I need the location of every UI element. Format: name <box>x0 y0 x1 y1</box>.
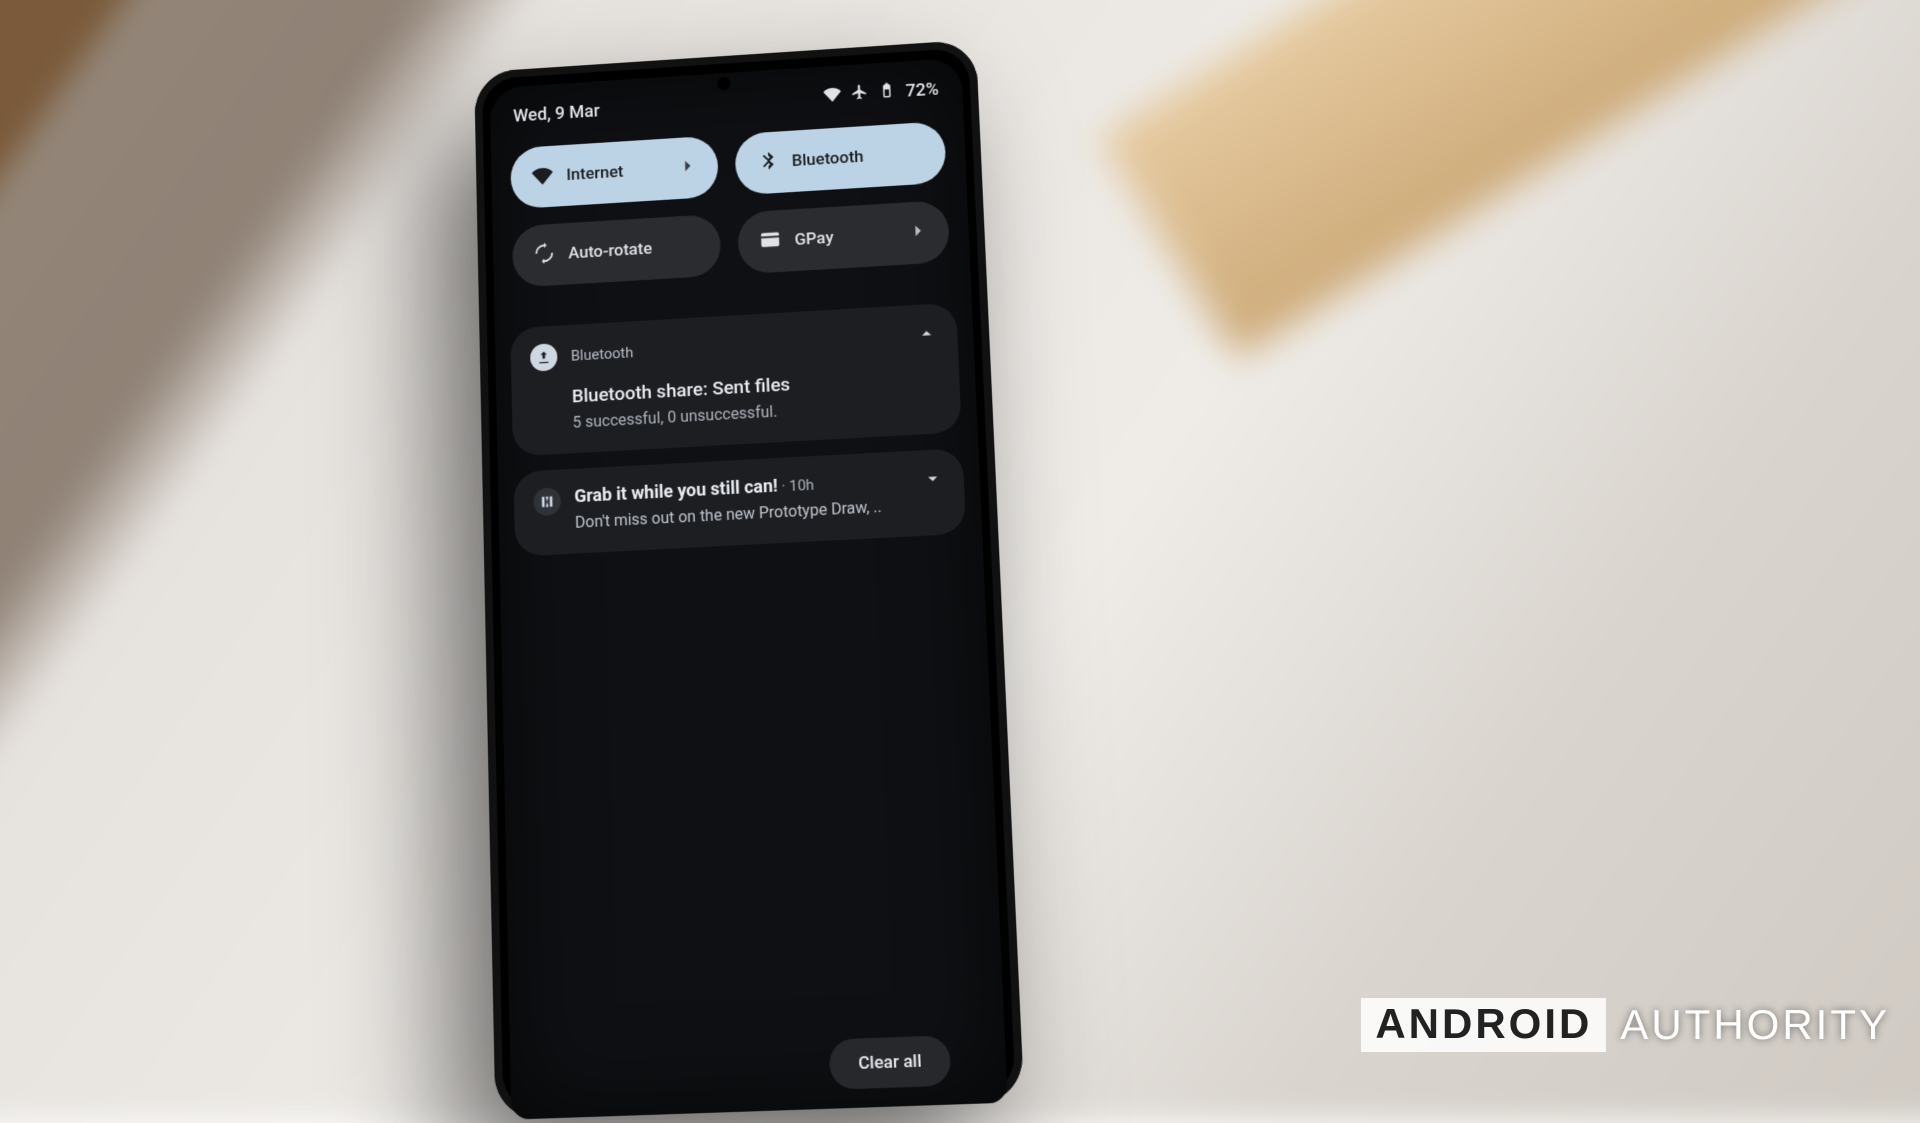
watermark-authority: AUTHORITY <box>1606 1001 1890 1049</box>
airplane-icon <box>851 83 869 106</box>
card-icon <box>759 228 781 255</box>
chevron-right-icon <box>677 154 699 181</box>
tile-label: GPay <box>794 228 834 250</box>
chevron-right-icon <box>907 219 930 246</box>
watermark-android: ANDROID <box>1361 998 1606 1052</box>
bluetooth-icon <box>756 149 778 176</box>
app-icon <box>533 487 561 516</box>
notification-promo[interactable]: Grab it while you still can! · 10h Don't… <box>513 448 966 557</box>
rotate-icon <box>533 242 555 269</box>
notification-title: Grab it while you still can! <box>574 476 778 507</box>
notification-meta: · 10h <box>781 476 814 496</box>
chevron-down-icon[interactable] <box>921 467 944 494</box>
battery-percent: 72% <box>905 79 939 101</box>
notification-app-name: Bluetooth <box>571 344 634 365</box>
status-date: Wed, 9 Mar <box>513 101 600 126</box>
watermark: ANDROID AUTHORITY <box>1361 998 1890 1052</box>
phone-screen: Wed, 9 Mar 72% <box>490 58 1008 1120</box>
upload-icon <box>530 343 558 372</box>
phone-frame: Wed, 9 Mar 72% <box>474 40 1024 1121</box>
notification-bluetooth[interactable]: Bluetooth Bluetooth share: Sent files 5 … <box>510 303 961 457</box>
wifi-icon <box>823 85 841 108</box>
tile-label: Auto-rotate <box>568 239 652 263</box>
tile-label: Bluetooth <box>791 147 863 171</box>
tile-bluetooth[interactable]: Bluetooth <box>734 121 946 195</box>
clear-all-button[interactable]: Clear all <box>829 1035 951 1090</box>
wifi-icon <box>532 163 554 190</box>
tile-internet[interactable]: Internet <box>510 135 719 209</box>
tile-gpay[interactable]: GPay <box>737 200 950 274</box>
battery-icon <box>878 81 896 104</box>
notification-list: Bluetooth Bluetooth share: Sent files 5 … <box>510 303 966 557</box>
chevron-up-icon[interactable] <box>915 322 938 349</box>
quick-settings-tiles: Internet Bluetooth Auto-rotate <box>506 121 954 288</box>
tile-auto-rotate[interactable]: Auto-rotate <box>512 214 722 288</box>
tile-label: Internet <box>566 162 624 185</box>
